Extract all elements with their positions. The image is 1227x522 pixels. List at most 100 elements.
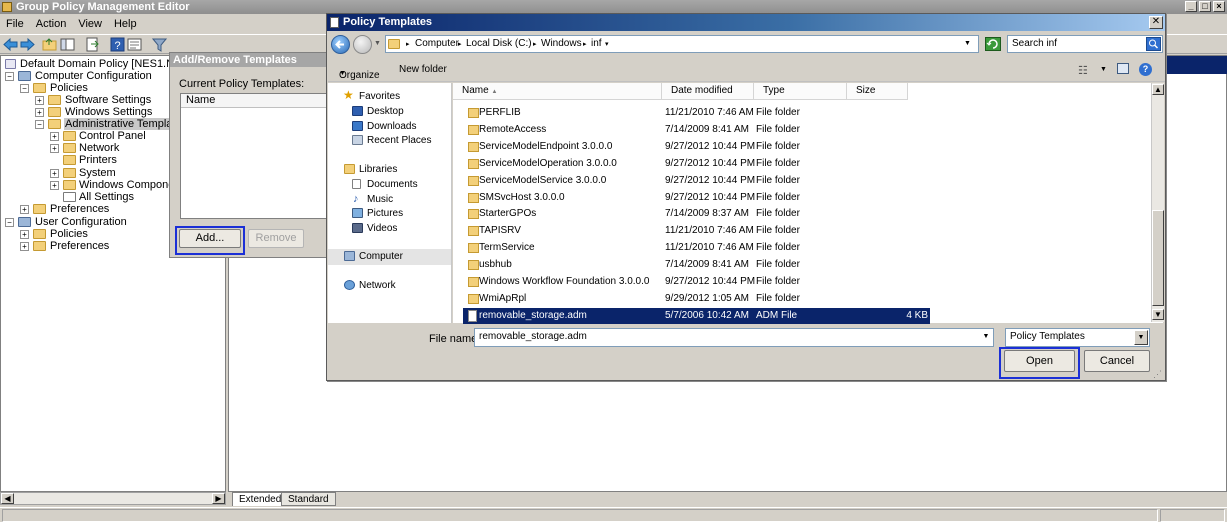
back-button[interactable] xyxy=(331,35,350,54)
breadcrumb-inf[interactable]: inf xyxy=(591,38,602,49)
expand-icon[interactable]: + xyxy=(20,242,29,251)
breadcrumb-chevron-icon[interactable]: ▸ xyxy=(458,40,462,48)
file-row[interactable]: StarterGPOs 7/14/2009 8:37 AM File folder xyxy=(463,206,930,222)
search-input[interactable]: Search inf xyxy=(1007,35,1163,53)
nav-recent-places[interactable]: Recent Places xyxy=(328,133,451,148)
remove-button[interactable]: Remove xyxy=(248,229,304,248)
file-row[interactable]: ServiceModelEndpoint 3.0.0.0 9/27/2012 10… xyxy=(463,139,930,155)
expand-icon[interactable]: + xyxy=(50,132,59,141)
nav-documents[interactable]: Documents xyxy=(328,177,451,192)
breadcrumb-chevron-icon[interactable]: ▾ xyxy=(605,40,609,48)
search-icon[interactable] xyxy=(1146,37,1161,51)
maximize-button[interactable]: □ xyxy=(1199,1,1211,12)
expand-icon[interactable]: + xyxy=(50,144,59,153)
expand-icon[interactable]: + xyxy=(50,181,59,190)
column-header-name[interactable]: Name xyxy=(181,94,328,108)
expand-icon[interactable]: + xyxy=(35,108,44,117)
collapse-icon[interactable]: − xyxy=(35,120,44,129)
file-row[interactable]: ServiceModelService 3.0.0.0 9/27/2012 10:… xyxy=(463,173,930,189)
breadcrumb-chevron-icon[interactable]: ▸ xyxy=(583,40,587,48)
file-row[interactable]: ServiceModelOperation 3.0.0.0 9/27/2012 1… xyxy=(463,156,930,172)
column-header-name[interactable]: Name ▲ xyxy=(453,83,662,100)
expand-icon[interactable]: + xyxy=(20,205,29,214)
scroll-thumb[interactable] xyxy=(1152,210,1164,306)
resize-grip-icon[interactable]: ⋰ xyxy=(1153,369,1162,380)
file-type-dropdown-icon[interactable]: ▼ xyxy=(1134,330,1148,345)
scroll-left-icon[interactable]: ◀ xyxy=(1,493,14,504)
scroll-up-icon[interactable]: ▲ xyxy=(1152,84,1164,95)
file-row[interactable]: removable_storage.adm 5/7/2006 10:42 AM AD… xyxy=(463,307,930,324)
menu-action[interactable]: Action xyxy=(30,15,73,33)
file-row[interactable]: WmiApRpl 9/29/2012 1:05 AM File folder xyxy=(463,291,930,307)
file-row[interactable]: usbhub 7/14/2009 8:41 AM File folder xyxy=(463,257,930,273)
help-icon[interactable]: ? xyxy=(1139,63,1152,76)
tab-extended[interactable]: Extended xyxy=(232,492,289,506)
filter-icon[interactable] xyxy=(152,37,167,52)
nav-network[interactable]: Network xyxy=(328,278,451,293)
file-row[interactable]: SMSvcHost 3.0.0.0 9/27/2012 10:44 PM File … xyxy=(463,190,930,206)
tree-horizontal-scrollbar[interactable]: ◀ ▶ xyxy=(0,492,226,505)
file-name-dropdown-icon[interactable]: ▼ xyxy=(980,330,992,345)
preview-pane-icon[interactable] xyxy=(1117,63,1129,74)
menu-help[interactable]: Help xyxy=(108,15,143,33)
minimize-button[interactable]: _ xyxy=(1185,1,1197,12)
nav-libraries[interactable]: Libraries xyxy=(328,162,451,177)
expand-icon[interactable]: + xyxy=(35,96,44,105)
expand-icon[interactable]: + xyxy=(20,230,29,239)
breadcrumb-windows[interactable]: Windows xyxy=(541,38,582,49)
close-button[interactable]: × xyxy=(1213,1,1225,12)
collapse-icon[interactable]: − xyxy=(5,218,14,227)
file-type-select[interactable]: Policy Templates ▼ xyxy=(1005,328,1150,347)
file-row[interactable]: RemoteAccess 7/14/2009 8:41 AM File folder xyxy=(463,122,930,138)
change-view-icon[interactable]: ☷ xyxy=(1078,64,1088,77)
breadcrumb-chevron-icon[interactable]: ▸ xyxy=(533,40,537,48)
column-header-type[interactable]: Type xyxy=(754,83,847,100)
refresh-icon[interactable] xyxy=(985,37,1001,51)
column-header-date-modified[interactable]: Date modified xyxy=(662,83,754,100)
file-row[interactable]: TermService 11/21/2010 7:46 AM File folder xyxy=(463,240,930,256)
file-row[interactable]: Windows Workflow Foundation 3.0.0.0 9/27/… xyxy=(463,274,930,290)
address-bar[interactable]: ▸ Computer ▸ Local Disk (C:) ▸ Windows ▸… xyxy=(385,35,979,53)
collapse-icon[interactable]: − xyxy=(5,72,14,81)
help-icon[interactable]: ? xyxy=(110,37,125,52)
column-header-size[interactable]: Size xyxy=(847,83,908,100)
scroll-right-icon[interactable]: ▶ xyxy=(212,493,225,504)
nav-music[interactable]: ♪ Music xyxy=(328,192,451,207)
new-folder-button[interactable]: New folder xyxy=(399,64,447,75)
add-button[interactable]: Add... xyxy=(179,229,241,248)
forward-arrow-icon[interactable] xyxy=(20,37,35,52)
breadcrumb-local-disk[interactable]: Local Disk (C:) xyxy=(466,38,532,49)
menu-view[interactable]: View xyxy=(72,15,108,33)
dialog-close-icon[interactable]: ✕ xyxy=(1149,16,1163,29)
breadcrumb-computer[interactable]: Computer xyxy=(415,38,459,49)
back-arrow-icon[interactable] xyxy=(3,37,18,52)
collapse-icon[interactable]: − xyxy=(20,84,29,93)
file-row[interactable]: TAPISRV 11/21/2010 7:46 AM File folder xyxy=(463,223,930,239)
file-list-scrollbar[interactable]: ▲ ▼ xyxy=(1151,83,1164,322)
nav-videos[interactable]: Videos xyxy=(328,221,451,236)
show-hide-tree-icon[interactable] xyxy=(60,37,75,52)
export-list-icon[interactable] xyxy=(85,37,100,52)
address-dropdown-icon[interactable]: ▼ xyxy=(964,40,971,47)
tab-standard[interactable]: Standard xyxy=(281,492,336,506)
view-dropdown-icon[interactable]: ▼ xyxy=(1100,66,1107,73)
nav-pictures[interactable]: Pictures xyxy=(328,206,451,221)
menu-file[interactable]: File xyxy=(0,15,30,33)
cancel-button[interactable]: Cancel xyxy=(1084,350,1150,372)
open-button[interactable]: Open xyxy=(1004,350,1075,372)
nav-desktop[interactable]: Desktop xyxy=(328,104,451,119)
up-folder-icon[interactable] xyxy=(42,37,57,52)
file-name-input[interactable]: removable_storage.adm ▼ xyxy=(474,328,994,347)
scroll-down-icon[interactable]: ▼ xyxy=(1152,309,1164,320)
properties-icon[interactable] xyxy=(127,37,142,52)
expand-icon[interactable]: + xyxy=(50,169,59,178)
nav-favorites[interactable]: ★ Favorites xyxy=(328,88,451,104)
current-templates-list[interactable]: Name xyxy=(180,93,329,219)
nav-downloads[interactable]: Downloads xyxy=(328,119,451,134)
nav-computer[interactable]: Computer xyxy=(328,249,451,265)
file-row[interactable]: PERFLIB 11/21/2010 7:46 AM File folder xyxy=(463,105,930,121)
recent-pages-chevron-icon[interactable]: ▼ xyxy=(374,40,381,47)
forward-button[interactable] xyxy=(353,35,372,54)
breadcrumb-chevron-icon[interactable]: ▸ xyxy=(406,40,410,48)
desktop-icon xyxy=(352,106,363,116)
